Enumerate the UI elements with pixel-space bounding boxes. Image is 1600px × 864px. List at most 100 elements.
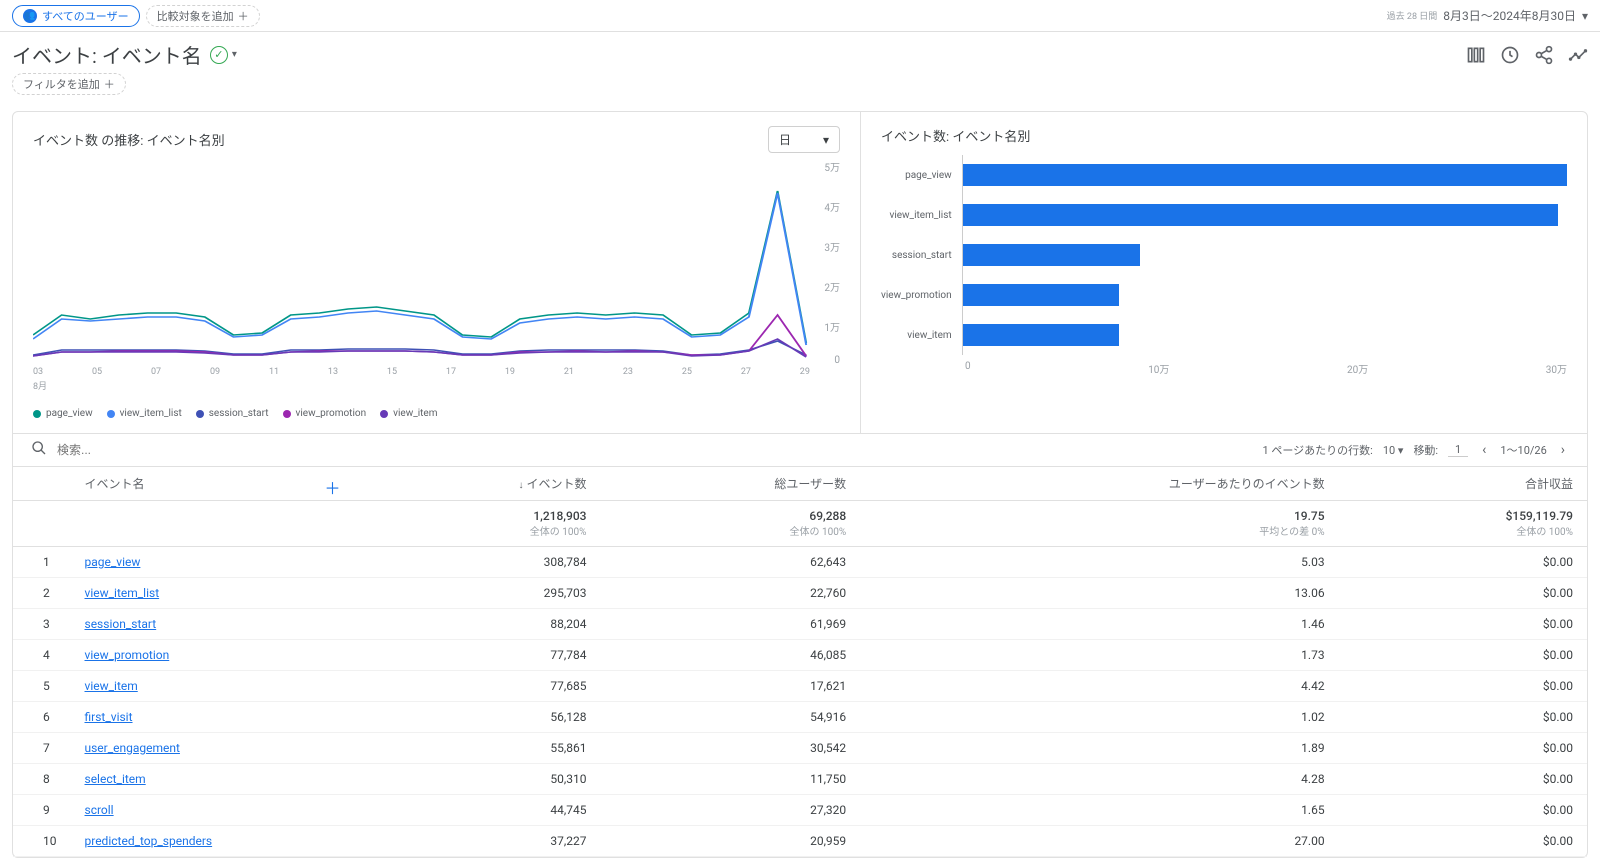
legend-swatch xyxy=(33,410,41,418)
rows-per-page-select[interactable]: 10 ▾ xyxy=(1383,444,1404,457)
line-chart-panel: イベント数 の推移: イベント名別 日 ▾ 5万 4万 3万 2万 1万 0 xyxy=(13,112,861,433)
add-dimension-icon[interactable]: ＋ xyxy=(324,475,340,499)
goto-input[interactable]: 1 xyxy=(1448,443,1468,457)
cell-per: 4.28 xyxy=(860,764,1338,795)
page-range: 1～10/26 xyxy=(1500,442,1546,458)
share-icon[interactable] xyxy=(1534,45,1554,65)
col-total-revenue[interactable]: 合計収益 xyxy=(1339,467,1587,501)
goto-label: 移動: xyxy=(1413,442,1438,458)
cell-rev: $0.00 xyxy=(1339,702,1587,733)
date-range-picker[interactable]: 過去 28 日間 8月3日～2024年8月30日 ▾ xyxy=(1387,7,1588,24)
all-users-chip[interactable]: 👥 すべてのユーザー xyxy=(12,5,140,27)
explore-icon[interactable] xyxy=(1568,45,1588,65)
table-row: 7 user_engagement 55,861 30,542 1.89 $0.… xyxy=(13,733,1587,764)
insights-icon[interactable] xyxy=(1500,45,1520,65)
bar-label: view_promotion xyxy=(881,290,952,301)
table-row: 2 view_item_list 295,703 22,760 13.06 $0… xyxy=(13,578,1587,609)
bar-xaxis: 0 10万 20万 30万 xyxy=(965,361,1567,376)
bar-label: session_start xyxy=(881,250,952,261)
add-filter-chip[interactable]: フィルタを追加 ＋ xyxy=(12,73,126,95)
event-link[interactable]: select_item xyxy=(85,772,146,786)
col-total-users[interactable]: 総ユーザー数 xyxy=(600,467,860,501)
cell-users: 22,760 xyxy=(600,578,860,609)
all-users-label: すべてのユーザー xyxy=(42,8,129,24)
customize-icon[interactable] xyxy=(1466,45,1486,65)
row-index: 4 xyxy=(13,640,71,671)
cell-count: 55,861 xyxy=(351,733,601,764)
pagination: 1 ページあたりの行数: 10 ▾ 移動: 1 ‹ 1～10/26 › xyxy=(1262,442,1569,458)
search-icon xyxy=(31,440,47,460)
title-dropdown[interactable]: ▾ xyxy=(232,49,237,60)
yaxis-tick: 2万 xyxy=(824,279,840,294)
bar xyxy=(963,324,1119,346)
cell-users: 61,969 xyxy=(600,609,860,640)
line-xaxis: 0305070911131517192123252729 xyxy=(33,367,840,377)
yaxis-tick: 3万 xyxy=(824,239,840,254)
verified-badge: ✓ xyxy=(210,46,228,64)
event-link[interactable]: view_item xyxy=(85,679,138,693)
legend-item[interactable]: view_item_list xyxy=(107,408,182,419)
legend-item[interactable]: view_promotion xyxy=(283,408,367,419)
yaxis-tick: 5万 xyxy=(824,159,840,174)
event-link[interactable]: first_visit xyxy=(85,710,133,724)
cell-count: 50,310 xyxy=(351,764,601,795)
cell-rev: $0.00 xyxy=(1339,764,1587,795)
chevron-down-icon: ▾ xyxy=(1582,9,1588,23)
bar xyxy=(963,284,1120,306)
cell-per: 1.89 xyxy=(860,733,1338,764)
add-comparison-chip[interactable]: 比較対象を追加 ＋ xyxy=(146,5,260,27)
legend-label: page_view xyxy=(46,408,93,419)
cell-rev: $0.00 xyxy=(1339,671,1587,702)
event-link[interactable]: user_engagement xyxy=(85,741,180,755)
next-page-button[interactable]: › xyxy=(1557,442,1569,458)
table-row: 3 session_start 88,204 61,969 1.46 $0.00 xyxy=(13,609,1587,640)
row-index: 2 xyxy=(13,578,71,609)
line-chart: 5万 4万 3万 2万 1万 0 xyxy=(33,163,840,363)
table-row: 6 first_visit 56,128 54,916 1.02 $0.00 xyxy=(13,702,1587,733)
search-input[interactable] xyxy=(57,443,1262,457)
xaxis-sub: 8月 xyxy=(33,379,840,392)
legend-item[interactable]: page_view xyxy=(33,408,93,419)
line-chart-title: イベント数 の推移: イベント名別 xyxy=(33,130,225,149)
cell-count: 77,784 xyxy=(351,640,601,671)
col-event-count[interactable]: ↓イベント数 xyxy=(351,467,601,501)
bar-label: page_view xyxy=(881,170,952,181)
legend-swatch xyxy=(380,410,388,418)
event-link[interactable]: scroll xyxy=(85,803,114,817)
col-index xyxy=(13,467,71,501)
cell-per: 4.42 xyxy=(860,671,1338,702)
cell-per: 1.73 xyxy=(860,640,1338,671)
date-range-text: 8月3日～2024年8月30日 xyxy=(1443,7,1576,24)
legend-label: view_promotion xyxy=(296,408,367,419)
page-title: イベント: イベント名 xyxy=(12,40,202,69)
cell-count: 308,784 xyxy=(351,547,601,578)
chevron-down-icon: ▾ xyxy=(823,133,829,147)
cell-users: 17,621 xyxy=(600,671,860,702)
event-link[interactable]: predicted_top_spenders xyxy=(85,834,213,848)
bar-chart-title: イベント数: イベント名別 xyxy=(881,126,1030,145)
cell-rev: $0.00 xyxy=(1339,547,1587,578)
prev-page-button[interactable]: ‹ xyxy=(1478,442,1490,458)
cell-users: 27,320 xyxy=(600,795,860,826)
table-row: 5 view_item 77,685 17,621 4.42 $0.00 xyxy=(13,671,1587,702)
bar xyxy=(963,164,1567,186)
row-index: 8 xyxy=(13,764,71,795)
col-events-per-user[interactable]: ユーザーあたりのイベント数 xyxy=(860,467,1338,501)
col-event-name[interactable]: イベント名 ＋ xyxy=(71,467,351,501)
cell-count: 295,703 xyxy=(351,578,601,609)
bar-label: view_item_list xyxy=(881,210,952,221)
cell-per: 1.02 xyxy=(860,702,1338,733)
event-link[interactable]: view_promotion xyxy=(85,648,170,662)
event-link[interactable]: session_start xyxy=(85,617,157,631)
event-link[interactable]: view_item_list xyxy=(85,586,160,600)
legend-item[interactable]: view_item xyxy=(380,408,437,419)
yaxis-tick: 1万 xyxy=(824,319,840,334)
cell-users: 30,542 xyxy=(600,733,860,764)
granularity-select[interactable]: 日 ▾ xyxy=(768,126,840,153)
event-link[interactable]: page_view xyxy=(85,555,141,569)
bar-label: view_item xyxy=(881,330,952,341)
legend-item[interactable]: session_start xyxy=(196,408,269,419)
cell-rev: $0.00 xyxy=(1339,640,1587,671)
cell-rev: $0.00 xyxy=(1339,826,1587,857)
legend-swatch xyxy=(283,410,291,418)
